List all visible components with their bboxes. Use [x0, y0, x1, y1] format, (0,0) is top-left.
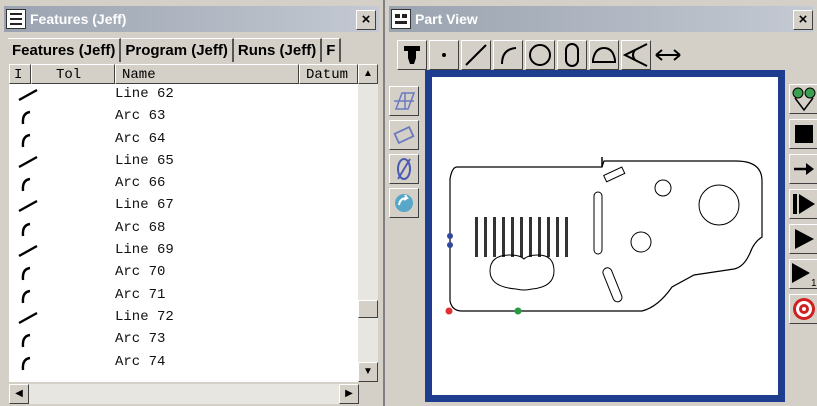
arc-feature-icon [21, 267, 31, 281]
scroll-thumb[interactable] [358, 300, 378, 318]
feature-name: Arc 74 [115, 353, 166, 370]
features-titlebar[interactable]: Features (Jeff) [4, 6, 379, 32]
feature-name: Arc 73 [115, 331, 166, 348]
line-feature-icon [18, 155, 38, 168]
part-canvas[interactable] [432, 77, 778, 395]
distance-icon[interactable] [653, 40, 683, 70]
feature-name: Line 69 [115, 242, 174, 259]
column-header-i[interactable]: I [9, 64, 31, 84]
list-item[interactable]: Line 65 [9, 151, 358, 173]
feature-name: Arc 68 [115, 219, 166, 236]
arc-icon[interactable] [493, 40, 523, 70]
feature-name: Line 72 [115, 308, 174, 325]
tab-runs[interactable]: Runs (Jeff) [233, 38, 323, 62]
feature-name: Line 65 [115, 152, 174, 169]
target-icon[interactable] [789, 294, 817, 324]
arc-feature-icon [21, 133, 31, 147]
step-arrow-icon[interactable] [789, 154, 817, 184]
angle-icon[interactable] [621, 40, 651, 70]
feature-name: Arc 71 [115, 286, 166, 303]
feature-name: Line 67 [115, 197, 174, 214]
part-view-title: Part View [415, 11, 478, 27]
feature-list[interactable]: Line 62 Arc 63 Arc 64 Line 65 Arc 66 Line 67 A… [9, 84, 358, 382]
features-close-button[interactable]: × [356, 10, 376, 30]
feature-name: Arc 70 [115, 264, 166, 281]
arc-feature-icon [21, 334, 31, 348]
scroll-up-button[interactable]: ▲ [358, 64, 378, 84]
list-item[interactable]: Arc 63 [9, 106, 358, 128]
features-panel: Features (Jeff) × Features (Jeff) Program… [0, 0, 385, 406]
arc-feature-icon [21, 289, 31, 303]
sector-icon[interactable] [589, 40, 619, 70]
line-feature-icon [18, 88, 38, 102]
list-item[interactable]: Line 69 [9, 240, 358, 262]
list-item[interactable]: Arc 74 [9, 352, 358, 374]
features-title: Features (Jeff) [30, 11, 127, 27]
list-item[interactable]: Arc 73 [9, 329, 358, 351]
point-icon[interactable] [429, 40, 459, 70]
playback-tools: 1 [789, 84, 817, 329]
list-item[interactable]: Line 67 [9, 195, 358, 217]
part-view-close-button[interactable]: × [793, 10, 813, 30]
play-icon[interactable] [789, 224, 817, 254]
scroll-right-button[interactable]: ▶ [339, 384, 359, 404]
step-subscript: 1 [811, 278, 817, 287]
tab-more[interactable]: F [322, 38, 342, 62]
column-header-tol[interactable]: Tol [31, 64, 115, 84]
list-header: I Tol Name Datum [9, 64, 358, 84]
circle-icon[interactable] [525, 40, 555, 70]
features-window-icon [6, 9, 26, 29]
list-item[interactable]: Line 62 [9, 84, 358, 106]
list-item[interactable]: Arc 66 [9, 173, 358, 195]
line-feature-icon [18, 245, 38, 258]
line-feature-icon [18, 200, 38, 213]
list-item[interactable]: Arc 70 [9, 262, 358, 284]
probe-icon[interactable] [397, 40, 427, 70]
rectangle-icon[interactable] [389, 120, 419, 150]
horizontal-scrollbar[interactable]: ◀ ▶ [9, 384, 359, 404]
skip-forward-icon[interactable] [789, 189, 817, 219]
feature-name: Line 62 [115, 86, 174, 102]
part-view-window-icon [391, 9, 411, 29]
stop-icon[interactable] [789, 119, 817, 149]
list-item[interactable]: Arc 71 [9, 285, 358, 307]
list-item[interactable]: Arc 68 [9, 218, 358, 240]
step-one-icon[interactable]: 1 [789, 259, 817, 289]
list-item[interactable]: Line 72 [9, 307, 358, 329]
ellipse-icon[interactable] [389, 154, 419, 184]
feature-name: Arc 63 [115, 108, 166, 125]
column-header-name[interactable]: Name [115, 64, 299, 84]
arc-feature-icon [21, 222, 31, 236]
feature-name: Arc 66 [115, 175, 166, 192]
part-view-panel: Part View × 1 [385, 0, 817, 406]
line-feature-icon [18, 311, 38, 325]
vertical-scrollbar[interactable]: ▲ ▼ [358, 64, 378, 382]
view-left-tools [389, 86, 419, 222]
line-icon[interactable] [461, 40, 491, 70]
column-header-datum[interactable]: Datum [299, 64, 358, 84]
feature-name: Arc 64 [115, 130, 166, 147]
list-item[interactable]: Arc 64 [9, 129, 358, 151]
scroll-left-button[interactable]: ◀ [9, 384, 29, 404]
arc-feature-icon [21, 111, 31, 125]
tab-features[interactable]: Features (Jeff) [8, 38, 122, 62]
scroll-down-button[interactable]: ▼ [358, 362, 378, 382]
rotate-icon[interactable] [389, 188, 419, 218]
fixture-icon[interactable] [789, 84, 817, 114]
grid-plane-icon[interactable] [389, 86, 419, 116]
slot-icon[interactable] [557, 40, 587, 70]
arc-feature-icon [21, 356, 31, 370]
part-view-titlebar[interactable]: Part View [389, 6, 813, 32]
features-tabs: Features (Jeff) Program (Jeff) Runs (Jeff)… [8, 38, 380, 62]
tab-program[interactable]: Program (Jeff) [121, 38, 234, 62]
feature-toolbar [397, 38, 797, 72]
arc-feature-icon [21, 177, 31, 192]
part-view-frame [425, 70, 785, 402]
